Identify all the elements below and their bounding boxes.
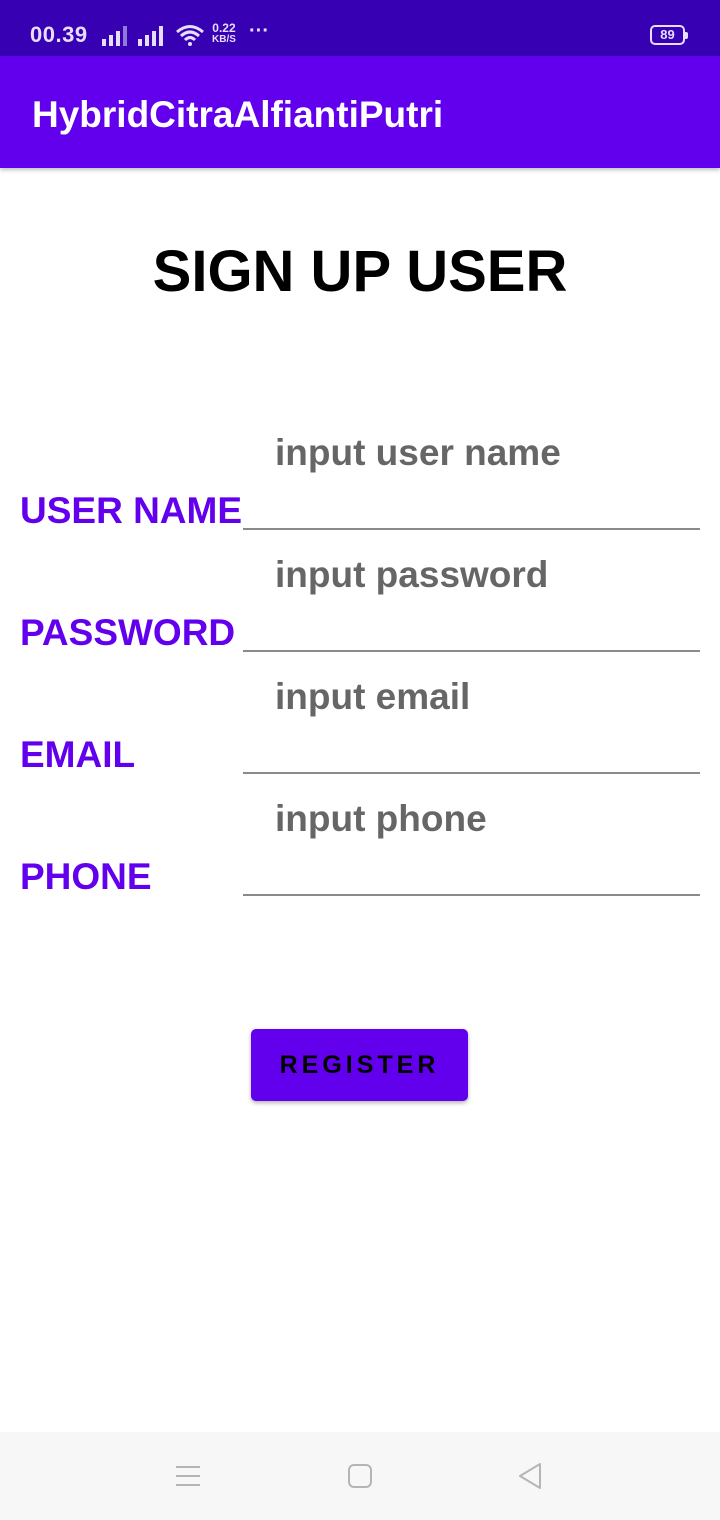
home-icon[interactable] xyxy=(344,1460,376,1492)
password-label: PASSWORD xyxy=(20,612,236,653)
network-speed-unit: KB/S xyxy=(212,34,236,45)
phone-input[interactable] xyxy=(243,788,700,896)
username-label: USER NAME xyxy=(20,490,243,531)
signal-icon xyxy=(138,26,163,46)
password-row: PASSWORD xyxy=(0,544,720,654)
password-input[interactable] xyxy=(243,544,700,652)
menu-icon[interactable] xyxy=(172,1460,204,1492)
email-row: EMAIL xyxy=(0,666,720,776)
signal-icon xyxy=(102,26,127,46)
battery-icon: 89 xyxy=(650,25,688,45)
navigation-bar xyxy=(0,1432,720,1520)
app-title: HybridCitraAlfiantiPutri xyxy=(32,94,444,135)
network-speed-value: 0.22 xyxy=(212,21,236,35)
app-bar: HybridCitraAlfiantiPutri xyxy=(0,56,720,168)
register-button[interactable]: REGISTER xyxy=(251,1029,468,1101)
email-input[interactable] xyxy=(243,666,700,774)
more-notifications-icon: ··· xyxy=(249,20,269,42)
back-icon[interactable] xyxy=(514,1460,546,1492)
status-time: 00.39 xyxy=(30,22,88,47)
page-title: SIGN UP USER xyxy=(152,239,568,304)
wifi-icon xyxy=(176,25,204,46)
phone-label: PHONE xyxy=(20,856,152,897)
username-row: USER NAME xyxy=(0,422,720,532)
username-input[interactable] xyxy=(243,422,700,530)
network-speed: 0.22 KB/S xyxy=(212,22,236,46)
phone-row: PHONE xyxy=(0,788,720,898)
status-bar: 00.39 0.22 KB/S ··· 89 xyxy=(0,0,720,56)
email-label: EMAIL xyxy=(20,734,136,775)
